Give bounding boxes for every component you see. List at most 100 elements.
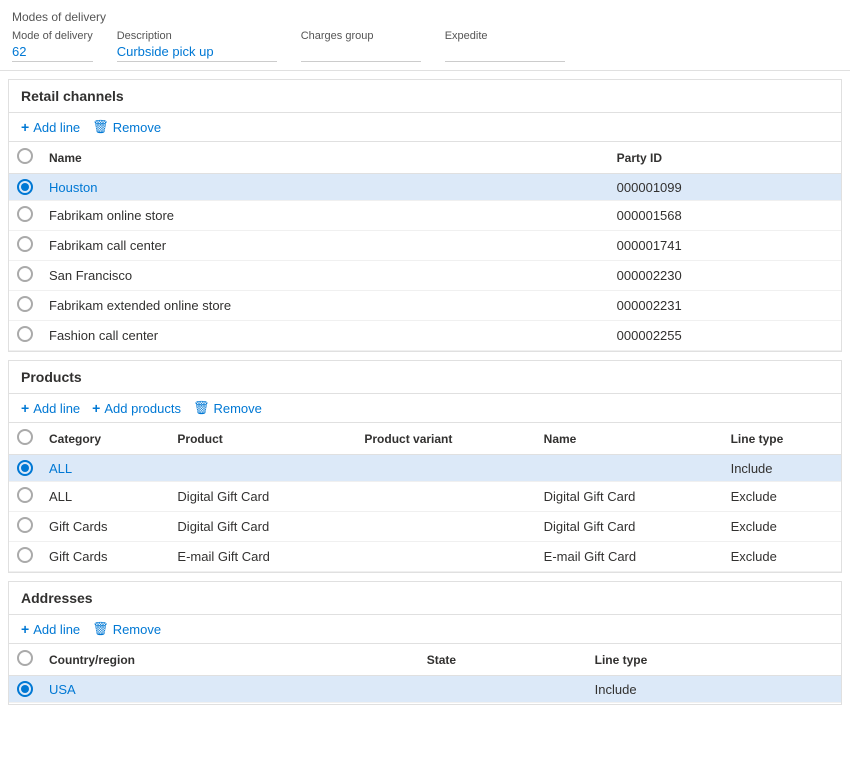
row-party-id: 000002231 bbox=[609, 291, 841, 321]
row-radio-cell[interactable] bbox=[9, 231, 41, 261]
products-remove-label: Remove bbox=[213, 401, 261, 416]
row-radio[interactable] bbox=[17, 681, 33, 697]
addresses-add-line-label: Add line bbox=[33, 622, 80, 637]
table-row[interactable]: ALL Include bbox=[9, 455, 841, 482]
row-radio[interactable] bbox=[17, 487, 33, 503]
row-radio-cell[interactable] bbox=[9, 482, 41, 512]
row-product: Digital Gift Card bbox=[169, 482, 356, 512]
retail-channels-table: Name Party ID Houston 000001099 Fabrikam… bbox=[9, 142, 841, 351]
plus-icon-addresses: + bbox=[21, 621, 29, 637]
row-name: E-mail Gift Card bbox=[536, 542, 723, 572]
row-name: Digital Gift Card bbox=[536, 512, 723, 542]
charges-value[interactable] bbox=[301, 44, 421, 62]
select-all-checkbox[interactable] bbox=[17, 148, 33, 164]
row-radio-cell[interactable] bbox=[9, 201, 41, 231]
row-linetype: Exclude bbox=[723, 482, 841, 512]
addresses-header: Addresses bbox=[9, 582, 841, 615]
row-product bbox=[169, 455, 356, 482]
retail-channels-partyid-col: Party ID bbox=[609, 142, 841, 174]
addresses-select-all[interactable] bbox=[17, 650, 33, 666]
row-variant bbox=[356, 482, 535, 512]
table-row[interactable]: Gift Cards E-mail Gift Card E-mail Gift … bbox=[9, 542, 841, 572]
products-table: Category Product Product variant Name Li… bbox=[9, 423, 841, 572]
table-row[interactable]: ALL Digital Gift Card Digital Gift Card … bbox=[9, 482, 841, 512]
row-name: Digital Gift Card bbox=[536, 482, 723, 512]
charges-field-group: Charges group bbox=[301, 30, 421, 62]
row-party-id: 000001568 bbox=[609, 201, 841, 231]
table-row[interactable]: Fabrikam call center 000001741 bbox=[9, 231, 841, 261]
products-section: Products + Add line + Add products 🗑 Rem… bbox=[8, 360, 842, 573]
table-row[interactable]: San Francisco 000002230 bbox=[9, 261, 841, 291]
retail-channels-table-wrap: Name Party ID Houston 000001099 Fabrikam… bbox=[9, 142, 841, 351]
row-radio-cell[interactable] bbox=[9, 542, 41, 572]
row-radio[interactable] bbox=[17, 179, 33, 195]
retail-channels-header-row: Name Party ID bbox=[9, 142, 841, 174]
table-row[interactable]: Gift Cards Digital Gift Card Digital Gif… bbox=[9, 512, 841, 542]
addresses-section: Addresses + Add line 🗑 Remove Country/re… bbox=[8, 581, 842, 705]
description-value[interactable]: Curbside pick up bbox=[117, 44, 277, 62]
addresses-add-line-button[interactable]: + Add line bbox=[21, 621, 80, 637]
row-party-id: 000001099 bbox=[609, 174, 841, 201]
row-radio[interactable] bbox=[17, 296, 33, 312]
row-radio-cell[interactable] bbox=[9, 261, 41, 291]
row-linetype: Exclude bbox=[723, 542, 841, 572]
retail-channels-toolbar: + Add line 🗑 Remove bbox=[9, 113, 841, 142]
row-name: Fabrikam call center bbox=[41, 231, 609, 261]
row-category: Gift Cards bbox=[41, 542, 169, 572]
row-product: Digital Gift Card bbox=[169, 512, 356, 542]
expedite-label: Expedite bbox=[445, 30, 565, 42]
retail-channels-header: Retail channels bbox=[9, 80, 841, 113]
row-variant bbox=[356, 512, 535, 542]
mode-value[interactable]: 62 bbox=[12, 44, 93, 62]
row-radio-cell[interactable] bbox=[9, 174, 41, 201]
row-radio[interactable] bbox=[17, 326, 33, 342]
table-row[interactable]: USA Include bbox=[9, 676, 841, 703]
row-name: Fabrikam online store bbox=[41, 201, 609, 231]
products-select-col bbox=[9, 423, 41, 455]
row-name: San Francisco bbox=[41, 261, 609, 291]
addresses-state-col: State bbox=[419, 644, 587, 676]
addresses-title: Addresses bbox=[21, 590, 93, 606]
addresses-table: Country/region State Line type USA Inclu… bbox=[9, 644, 841, 703]
row-radio[interactable] bbox=[17, 547, 33, 563]
retail-channels-add-line-button[interactable]: + Add line bbox=[21, 119, 80, 135]
products-add-products-label: Add products bbox=[104, 401, 181, 416]
retail-channels-body: Houston 000001099 Fabrikam online store … bbox=[9, 174, 841, 351]
retail-channels-select-col bbox=[9, 142, 41, 174]
row-radio[interactable] bbox=[17, 266, 33, 282]
row-radio-cell[interactable] bbox=[9, 455, 41, 482]
products-add-line-button[interactable]: + Add line bbox=[21, 400, 80, 416]
row-radio-cell[interactable] bbox=[9, 291, 41, 321]
row-variant bbox=[356, 455, 535, 482]
products-remove-button[interactable]: 🗑 Remove bbox=[193, 400, 262, 416]
addresses-toolbar: + Add line 🗑 Remove bbox=[9, 615, 841, 644]
row-radio[interactable] bbox=[17, 206, 33, 222]
table-row[interactable]: Fabrikam extended online store 000002231 bbox=[9, 291, 841, 321]
table-row[interactable]: Fashion call center 000002255 bbox=[9, 321, 841, 351]
row-party-id: 000001741 bbox=[609, 231, 841, 261]
products-add-products-button[interactable]: + Add products bbox=[92, 400, 181, 416]
row-radio[interactable] bbox=[17, 517, 33, 533]
trash-icon-addresses: 🗑 bbox=[92, 621, 109, 637]
expedite-value[interactable] bbox=[445, 44, 565, 62]
table-row[interactable]: Houston 000001099 bbox=[9, 174, 841, 201]
retail-channels-remove-button[interactable]: 🗑 Remove bbox=[92, 119, 161, 135]
products-toolbar: + Add line + Add products 🗑 Remove bbox=[9, 394, 841, 423]
products-body: ALL Include ALL Digital Gift Card Digita… bbox=[9, 455, 841, 572]
addresses-remove-button[interactable]: 🗑 Remove bbox=[92, 621, 161, 637]
row-radio[interactable] bbox=[17, 460, 33, 476]
mode-field-group: Mode of delivery 62 bbox=[12, 30, 93, 62]
addresses-body: USA Include bbox=[9, 676, 841, 703]
row-radio-cell[interactable] bbox=[9, 676, 41, 703]
addresses-select-col bbox=[9, 644, 41, 676]
products-select-all[interactable] bbox=[17, 429, 33, 445]
addresses-linetype-col: Line type bbox=[587, 644, 841, 676]
row-name: Fabrikam extended online store bbox=[41, 291, 609, 321]
row-radio[interactable] bbox=[17, 236, 33, 252]
row-radio-cell[interactable] bbox=[9, 321, 41, 351]
products-name-col: Name bbox=[536, 423, 723, 455]
table-row[interactable]: Fabrikam online store 000001568 bbox=[9, 201, 841, 231]
row-variant bbox=[356, 542, 535, 572]
products-add-line-label: Add line bbox=[33, 401, 80, 416]
row-radio-cell[interactable] bbox=[9, 512, 41, 542]
